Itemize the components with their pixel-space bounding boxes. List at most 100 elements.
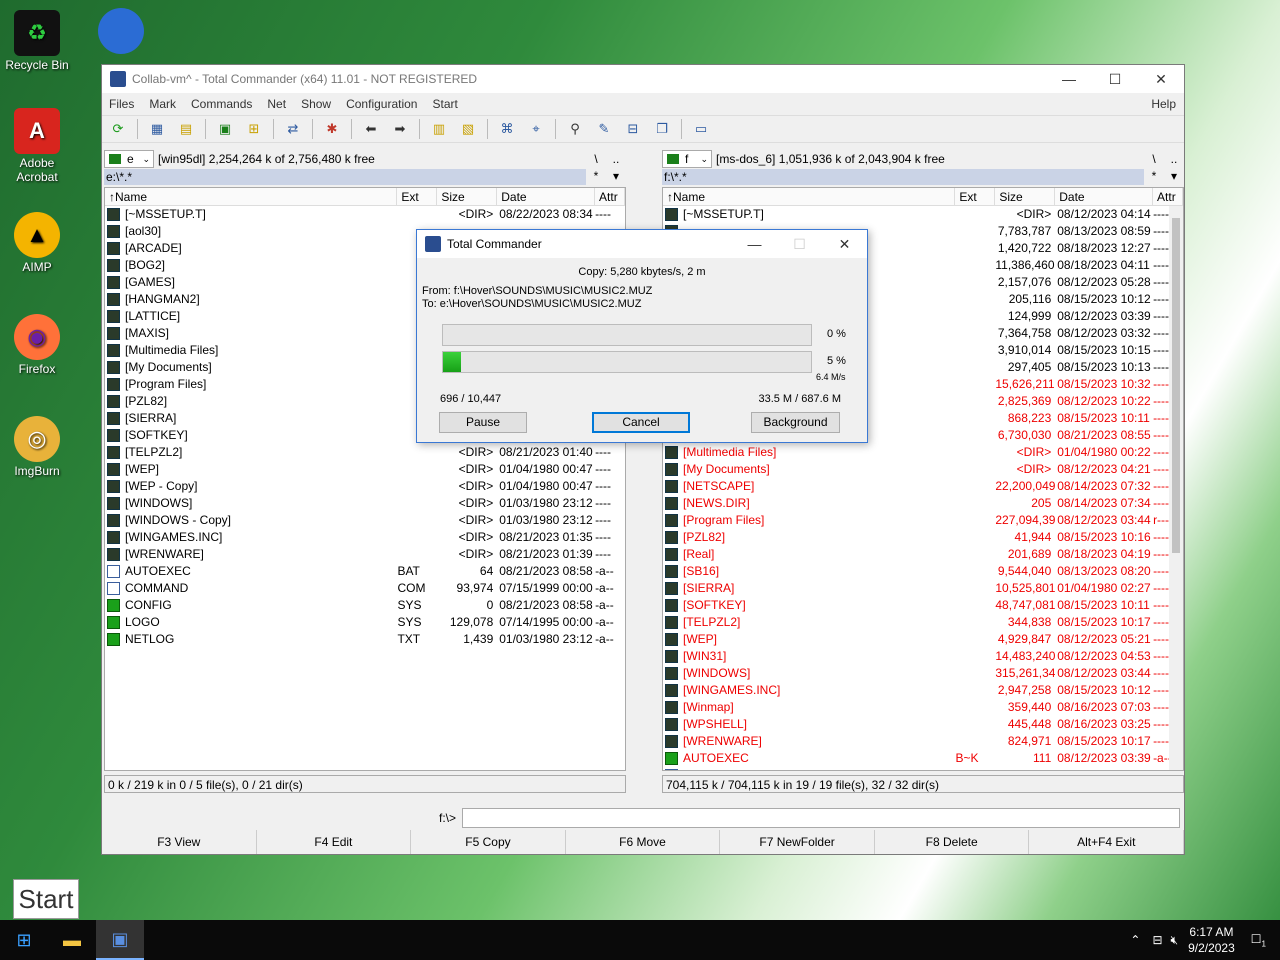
sync-dirs-icon[interactable]: ⊟ [623, 119, 643, 139]
file-row[interactable]: [~MSSETUP.T] <DIR> 08/22/2023 08:34 ---- [105, 206, 625, 223]
brief-view-icon[interactable]: ▦ [147, 119, 167, 139]
volume-muted-icon[interactable]: 🔇︎ [1171, 933, 1179, 948]
background-button[interactable]: Background [751, 412, 840, 433]
thumbnails-icon[interactable]: ▣ [215, 119, 235, 139]
multi-rename-icon[interactable]: ✎ [594, 119, 614, 139]
f5-copy-button[interactable]: F5 Copy [411, 830, 566, 854]
right-up-button[interactable]: .. [1164, 152, 1184, 166]
file-row[interactable]: [My Documents] <DIR> 08/12/2023 04:21 ---- [663, 461, 1183, 478]
desktop-icon-imgburn[interactable]: ◎ ImgBurn [0, 416, 74, 478]
notification-icon[interactable]: ☐1 [1251, 932, 1266, 948]
f3-view-button[interactable]: F3 View [102, 830, 257, 854]
tree-icon[interactable]: ⊞ [244, 119, 264, 139]
dialog-title-bar[interactable]: Total Commander — ☐ ✕ [417, 230, 867, 258]
file-row[interactable]: AUTOEXEC BAT 64 08/21/2023 08:58 -a-- [105, 563, 625, 580]
header-attr[interactable]: Attr [595, 188, 625, 205]
header-ext[interactable]: Ext [397, 188, 438, 205]
menu-commands[interactable]: Commands [191, 97, 252, 111]
file-row[interactable]: [PZL82] 41,944 08/15/2023 10:16 ---- [663, 529, 1183, 546]
file-row[interactable]: [WINDOWS] <DIR> 01/03/1980 23:12 ---- [105, 495, 625, 512]
title-bar[interactable]: Collab-vm^ - Total Commander (x64) 11.01… [102, 65, 1184, 93]
menu-configuration[interactable]: Configuration [346, 97, 417, 111]
menu-show[interactable]: Show [301, 97, 331, 111]
file-row[interactable]: [WEP - Copy] <DIR> 01/04/1980 00:47 ---- [105, 478, 625, 495]
left-up-button[interactable]: .. [606, 152, 626, 166]
scroll-thumb[interactable] [1172, 218, 1180, 553]
minimize-button[interactable]: — [1046, 71, 1092, 88]
dialog-close-button[interactable]: ✕ [822, 236, 867, 253]
file-row[interactable]: [Real] 201,689 08/18/2023 04:19 ---- [663, 546, 1183, 563]
desktop-icon-recycle-bin[interactable]: ♻ Recycle Bin [0, 10, 74, 72]
alt-f4-exit-button[interactable]: Alt+F4 Exit [1029, 830, 1185, 854]
f4-edit-button[interactable]: F4 Edit [257, 830, 412, 854]
right-history-button[interactable]: ▾ [1164, 169, 1184, 185]
file-row[interactable]: [Winmap] 359,440 08/16/2023 07:03 ---- [663, 699, 1183, 716]
desktop-icon-adobe-acrobat[interactable]: A Adobe Acrobat [0, 108, 74, 184]
file-row[interactable]: [WPSHELL] 445,448 08/16/2023 03:25 ---- [663, 716, 1183, 733]
file-row[interactable]: [WINDOWS]315,261,34808/12/2023 03:44---- [663, 665, 1183, 682]
file-row[interactable]: [TELPZL2] 344,838 08/15/2023 10:17 ---- [663, 614, 1183, 631]
file-row[interactable]: COMMAND COM 93,974 07/15/1999 00:00 -a-- [105, 580, 625, 597]
maximize-button[interactable]: ☐ [1092, 71, 1138, 88]
cancel-button[interactable]: Cancel [592, 412, 690, 433]
file-row[interactable]: [WINDOWS - Copy] <DIR> 01/03/1980 23:12 ---… [105, 512, 625, 529]
network-icon[interactable]: ⊟ [1152, 933, 1162, 947]
pack-icon[interactable]: ▥ [429, 119, 449, 139]
desktop-icon-firefox[interactable]: ◉ Firefox [0, 314, 74, 376]
header-name[interactable]: ↑ Name [663, 188, 956, 205]
file-row[interactable]: [WIN31] 14,483,240 08/12/2023 04:53 ---- [663, 648, 1183, 665]
menu-mark[interactable]: Mark [149, 97, 176, 111]
file-row[interactable]: [~MSSETUP.T] <DIR> 08/12/2023 04:14 ---- [663, 206, 1183, 223]
right-scrollbar[interactable] [1169, 206, 1183, 770]
desktop-icon-aimp[interactable]: ▲ AIMP [0, 212, 74, 274]
url-icon[interactable]: ⌖ [526, 119, 546, 139]
file-row[interactable]: [WINGAMES.INC] 2,947,258 08/15/2023 10:12-… [663, 682, 1183, 699]
full-view-icon[interactable]: ▤ [176, 119, 196, 139]
f7-newfolder-button[interactable]: F7 NewFolder [720, 830, 875, 854]
header-ext[interactable]: Ext [955, 188, 996, 205]
f8-delete-button[interactable]: F8 Delete [875, 830, 1030, 854]
menu-start[interactable]: Start [432, 97, 457, 111]
file-row[interactable]: NETLOG TXT 1,439 01/03/1980 23:12 -a-- [105, 631, 625, 648]
file-row[interactable]: [Multimedia Files] <DIR> 01/04/1980 00:22-… [663, 444, 1183, 461]
right-drive-select[interactable]: f ⌄ [662, 150, 712, 168]
refresh-icon[interactable]: ⟳ [108, 119, 128, 139]
dialog-minimize-button[interactable]: — [732, 236, 777, 253]
file-row[interactable]: [SB16] 9,544,040 08/13/2023 08:20 ---- [663, 563, 1183, 580]
file-row[interactable]: [Program Files] 227,094,39908/12/2023 03:… [663, 512, 1183, 529]
file-row[interactable]: [WINGAMES.INC] <DIR> 08/21/2023 01:35 ---- [105, 529, 625, 546]
right-path-bar[interactable]: f:\*.* * ▾ [662, 169, 1184, 185]
file-row[interactable]: [TELPZL2] <DIR> 08/21/2023 01:40 ---- [105, 444, 625, 461]
right-root-button[interactable]: \ [1144, 152, 1164, 166]
close-button[interactable]: ✕ [1138, 71, 1184, 88]
left-filter-button[interactable]: * [586, 169, 606, 185]
menu-files[interactable]: Files [109, 97, 134, 111]
left-root-button[interactable]: \ [586, 152, 606, 166]
file-row[interactable]: LOGO SYS 129,078 07/14/1995 00:00 -a-- [105, 614, 625, 631]
f6-move-button[interactable]: F6 Move [566, 830, 721, 854]
header-name[interactable]: ↑ Name [105, 188, 398, 205]
file-row[interactable]: AUTOEXECBAT17708/18/2023 04:12-a-- [663, 767, 1183, 770]
copy-names-icon[interactable]: ❐ [652, 119, 672, 139]
file-row[interactable]: [WEP] 4,929,847 08/12/2023 05:21 ---- [663, 631, 1183, 648]
left-drive-select[interactable]: e ⌄ [104, 150, 154, 168]
left-history-button[interactable]: ▾ [606, 169, 626, 185]
select-icon[interactable]: ✱ [322, 119, 342, 139]
ftp-icon[interactable]: ⌘ [497, 119, 517, 139]
search-binoculars-icon[interactable]: ⚲ [565, 119, 585, 139]
menu-net[interactable]: Net [267, 97, 286, 111]
chevron-up-icon[interactable]: ⌃ [1130, 933, 1140, 947]
back-arrow-icon[interactable]: ⬅ [361, 119, 381, 139]
desktop-icon-partial[interactable] [84, 8, 158, 56]
windows-start-icon[interactable]: ⊞ [0, 920, 48, 960]
file-explorer-icon[interactable]: ▬ [48, 920, 96, 960]
clock[interactable]: 6:17 AM 9/2/2023 [1188, 924, 1235, 956]
header-size[interactable]: Size [995, 188, 1056, 205]
file-row[interactable]: [WRENWARE] <DIR> 08/21/2023 01:39 ---- [105, 546, 625, 563]
file-row[interactable]: [WEP] <DIR> 01/04/1980 00:47 ---- [105, 461, 625, 478]
file-row[interactable]: AUTOEXEC B~K 111 08/12/2023 03:39 -a-- [663, 750, 1183, 767]
left-path-bar[interactable]: e:\*.* * ▾ [104, 169, 626, 185]
forward-arrow-icon[interactable]: ➡ [390, 119, 410, 139]
file-row[interactable]: [WRENWARE] 824,971 08/15/2023 10:17 ---- [663, 733, 1183, 750]
pause-button[interactable]: Pause [439, 412, 527, 433]
